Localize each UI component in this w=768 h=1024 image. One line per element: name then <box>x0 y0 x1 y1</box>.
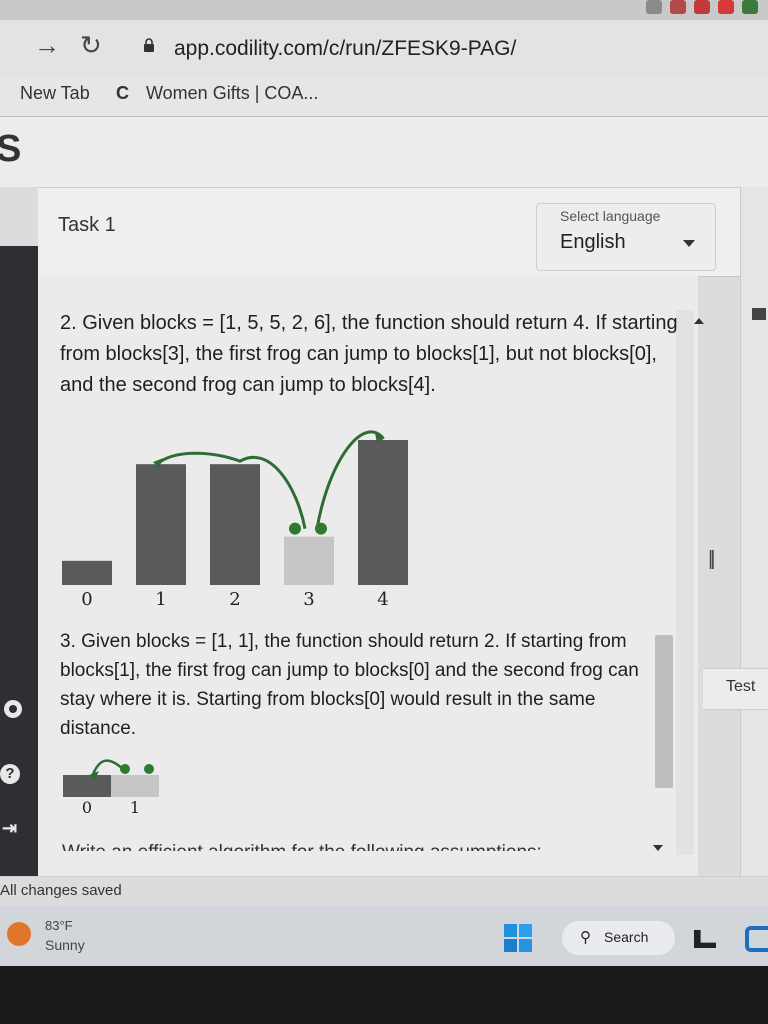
lock-icon <box>144 38 154 52</box>
block-index-label: 3 <box>303 589 314 610</box>
sun-icon[interactable] <box>7 922 31 946</box>
tab-favicons <box>646 0 758 14</box>
test-tab[interactable]: Test <box>726 678 768 696</box>
language-value[interactable]: English <box>560 231 626 254</box>
editor-panel-edge <box>740 187 768 887</box>
block-bar <box>62 560 112 585</box>
help-icon[interactable]: ? <box>0 764 20 784</box>
browser-tab-strip <box>0 0 768 20</box>
monitor-bezel <box>0 966 768 1024</box>
taskbar-search-label: Search <box>604 929 649 945</box>
logout-icon[interactable]: ⇥ <box>2 818 17 839</box>
scroll-up-icon[interactable] <box>694 318 704 324</box>
tab-favicon[interactable] <box>646 0 662 14</box>
bug-icon[interactable] <box>2 698 24 720</box>
forward-icon[interactable]: → <box>34 30 60 61</box>
frog-marker <box>144 764 154 774</box>
language-label: Select language <box>560 208 661 224</box>
search-icon: ⚲ <box>580 929 591 946</box>
save-status: All changes saved <box>0 882 122 899</box>
resize-handle-icon[interactable]: || <box>708 548 716 571</box>
frog-marker <box>315 522 327 535</box>
block-index-label: 0 <box>81 589 92 610</box>
chevron-down-icon[interactable] <box>683 240 695 247</box>
block-bar <box>358 440 408 585</box>
app-header <box>0 117 768 187</box>
task-tab[interactable]: Task 1 <box>58 214 116 237</box>
block-bar <box>111 775 159 797</box>
block-bar <box>210 464 260 585</box>
weather-condition: Sunny <box>45 937 85 953</box>
assumptions-heading-cutoff: Write an efficient algorithm for the fol… <box>62 838 642 851</box>
bookmark-favicon-icon: C <box>116 83 129 103</box>
bookmark-new-tab[interactable]: New Tab <box>20 83 90 104</box>
codility-logo: S <box>0 128 22 170</box>
reload-icon[interactable]: ↻ <box>80 30 102 61</box>
scroll-down-icon[interactable] <box>653 845 663 851</box>
block-index-label: 1 <box>130 798 140 817</box>
block-index-label: 0 <box>82 798 92 817</box>
tab-favicon[interactable] <box>718 0 734 14</box>
block-index-label: 4 <box>377 589 388 610</box>
address-bar[interactable]: app.codility.com/c/run/ZFESK9-PAG/ <box>174 37 516 61</box>
frog-marker <box>120 764 130 774</box>
block-bar <box>284 536 334 585</box>
block-bar <box>136 464 186 585</box>
left-rail: ? ⇥ <box>0 246 38 876</box>
example-2-text: 2. Given blocks = [1, 5, 5, 2, 6], the f… <box>60 312 678 396</box>
block-index-label: 1 <box>155 589 166 610</box>
folder-icon[interactable] <box>752 308 766 320</box>
example-2-chart: 0 1 2 3 4 <box>62 430 408 610</box>
frog-marker <box>289 522 301 535</box>
example-3-chart: 01 <box>63 759 159 817</box>
weather-temp: 83°F <box>45 918 73 933</box>
tab-favicon[interactable] <box>742 0 758 14</box>
bookmark-women-gifts[interactable]: Women Gifts | COA... <box>146 83 318 104</box>
taskbar-app-icon[interactable] <box>745 926 768 952</box>
tab-favicon[interactable] <box>694 0 710 14</box>
bookmarks-bar: New Tab C Women Gifts | COA... <box>0 76 768 117</box>
tab-favicon[interactable] <box>670 0 686 14</box>
windows-start-icon[interactable] <box>503 923 533 953</box>
example-3-text: 3. Given blocks = [1, 1], the function s… <box>60 631 639 739</box>
block-bar <box>63 775 111 797</box>
block-index-label: 2 <box>229 589 240 610</box>
